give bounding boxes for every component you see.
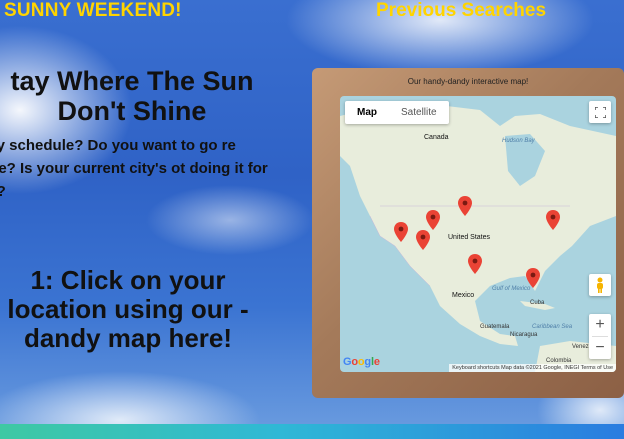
label-mexico: Mexico [452, 292, 475, 299]
label-canada: Canada [424, 134, 449, 141]
step-instruction: 1: Click on your location using our -dan… [7, 265, 249, 353]
label-caribbean-sea: Caribbean Sea [532, 324, 573, 330]
map-marker[interactable] [546, 210, 560, 230]
map-marker[interactable] [416, 230, 430, 250]
map-caption: Our handy-dandy interactive map! [407, 77, 529, 86]
google-logo[interactable]: Google [343, 356, 380, 368]
map-marker[interactable] [468, 254, 482, 274]
map-marker[interactable] [426, 210, 440, 230]
map-panel: Our handy-dandy interactive map! Canada … [312, 68, 624, 398]
map-marker[interactable] [526, 268, 540, 288]
site-title: SUNNY WEEKEND! [4, 0, 182, 21]
label-guatemala: Guatemala [480, 324, 510, 330]
label-gulf-of-mexico: Gulf of Mexico [492, 286, 531, 292]
map-marker[interactable] [458, 196, 472, 216]
zoom-out-button[interactable]: − [589, 337, 611, 359]
interactive-map[interactable]: Canada Hudson Bay United States Mexico G… [340, 96, 616, 372]
label-nicaragua: Nicaragua [510, 332, 538, 338]
hero-text: busy schedule? Do you want to go re more… [0, 137, 268, 200]
map-type-map-button[interactable]: Map [345, 101, 389, 124]
bottom-bar [0, 424, 624, 439]
fullscreen-button[interactable] [589, 101, 611, 123]
zoom-control: + − [589, 314, 611, 359]
map-type-satellite-button[interactable]: Satellite [389, 101, 449, 124]
fullscreen-icon [594, 106, 606, 118]
map-type-control: Map Satellite [345, 101, 449, 124]
previous-searches-heading[interactable]: Previous Searches [376, 0, 546, 22]
map-marker[interactable] [394, 222, 408, 242]
pegman-icon [597, 277, 603, 293]
zoom-in-button[interactable]: + [589, 314, 611, 336]
hero-title: tay Where The Sun Don't Shine [10, 66, 254, 126]
street-view-button[interactable] [589, 274, 611, 296]
label-hudson-bay: Hudson Bay [502, 138, 535, 144]
map-attribution[interactable]: Keyboard shortcuts Map data ©2021 Google… [449, 364, 616, 372]
label-united-states: United States [448, 234, 491, 241]
label-cuba: Cuba [530, 300, 545, 306]
